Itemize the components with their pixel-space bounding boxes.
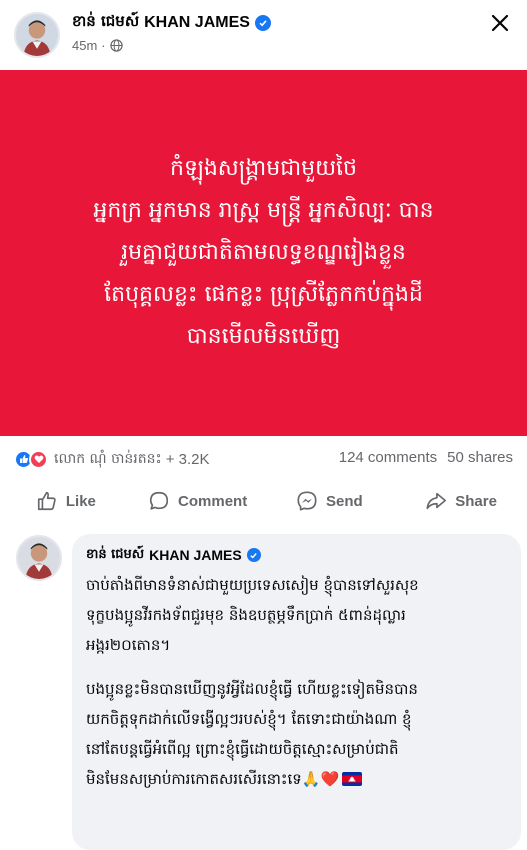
comment-author-en[interactable]: KHAN JAMES [149,547,242,563]
messenger-icon [297,491,317,511]
comments-count[interactable]: 124 comments [339,449,437,466]
action-bar: Like Comment Send Share [0,482,527,520]
comment-paragraph-1: ចាប់តាំងពីមានទំនាស់ជាមួយប្រទេសសៀម ខ្ញុំប… [86,570,507,660]
reaction-names: លោក ណុំ ចាន់រតនះ [54,450,162,467]
comment-line: ចាប់តាំងពីមានទំនាស់ជាមួយប្រទេសសៀម ខ្ញុំប… [86,576,419,594]
banner-text-line: បានមើលមិនឃើញ [186,324,341,349]
post-time[interactable]: 45m [72,38,97,53]
comment-bubble[interactable]: ខាន់ ជេមស៍ KHAN JAMES ចាប់តាំងពីមានទំនាស… [72,534,521,850]
share-button[interactable]: Share [395,482,527,520]
like-button[interactable]: Like [0,482,132,520]
send-button[interactable]: Send [264,482,396,520]
comment-author-kh[interactable]: ខាន់ ជេមស៍ [86,546,144,565]
comment-line: យកចិត្តទុកដាក់លើទង្វើល្អៗរបស់ខ្ញុំ។ តែទោ… [86,710,412,728]
author-name-en[interactable]: KHAN JAMES [144,14,250,32]
author-line: ខាន់ ជេមស៍ KHAN JAMES [72,12,271,34]
like-label: Like [65,492,96,510]
reaction-count: + 3.2K [165,450,210,468]
close-icon [491,14,509,32]
share-label: Share [455,492,497,510]
comment-line-last: មិនមែនសម្រាប់ការកោតសរសើរនោះទេ🙏❤️ [86,764,507,794]
globe-icon [109,39,123,52]
share-icon [426,492,447,510]
post-meta: 45m · [72,38,123,53]
banner-text-line: កំឡុងសង្គ្រាមជាមួយថៃ [169,156,358,181]
comment-line: នៅតែបន្តធ្វើអំពើល្អ ព្រោះខ្ញុំធ្វើដោយចិត… [86,740,399,758]
love-reaction-icon [29,449,48,469]
comment-line-text: មិនមែនសម្រាប់ការកោតសរសើរនោះទេ [86,770,302,788]
author-name-kh[interactable]: ខាន់ ជេមស៍ [72,12,139,34]
reaction-icons [14,449,48,469]
post-header: ខាន់ ជេមស៍ KHAN JAMES 45m · [0,0,527,70]
send-label: Send [326,492,363,510]
banner-text-line: តែបុគ្គលខ្លះ ផេកខ្លះ ប្រុស្រីភ្លែកកប់ក្ន… [104,282,423,307]
author-avatar[interactable] [14,12,60,58]
comment-line: អង្ករ២០តោន។ [86,636,171,654]
cambodia-flag-icon [342,772,363,786]
shares-count[interactable]: 50 shares [447,449,513,466]
verified-badge-icon [246,548,261,562]
commenter-avatar[interactable] [16,535,62,581]
like-icon [37,491,56,511]
verified-badge-icon [254,15,271,31]
post-banner[interactable]: កំឡុងសង្គ្រាមជាមួយថៃ អ្នកក្រ អ្នកមាន រាស… [0,70,527,436]
comment-line: បងប្អូនខ្លះមិនបានឃើញនូវអ្វីដែលខ្ញុំធ្វើ … [86,680,418,698]
close-button[interactable] [487,10,513,36]
comment-author: ខាន់ ជេមស៍ KHAN JAMES [86,544,507,566]
comment-line: ទុក្ខបងប្អូនវីរកងទ័ពជួរមុខ និងឧបត្ថម្ភទឹ… [86,606,406,624]
banner-text-line: រួមគ្នាជួយជាតិតាមលទ្ធខណ្ឌរៀងខ្លួន [121,240,406,265]
comment-button[interactable]: Comment [132,482,264,520]
comment-paragraph-2: បងប្អូនខ្លះមិនបានឃើញនូវអ្វីដែលខ្ញុំធ្វើ … [86,674,507,794]
comment-label: Comment [178,492,248,510]
emoji-text: 🙏❤️ [301,770,340,788]
banner-text-line: អ្នកក្រ អ្នកមាន រាស្រ្ត មន្រ្តី អ្នកសិល្… [93,198,434,223]
comment-icon [149,491,169,510]
post-stats: 124 comments 50 shares [339,449,513,466]
